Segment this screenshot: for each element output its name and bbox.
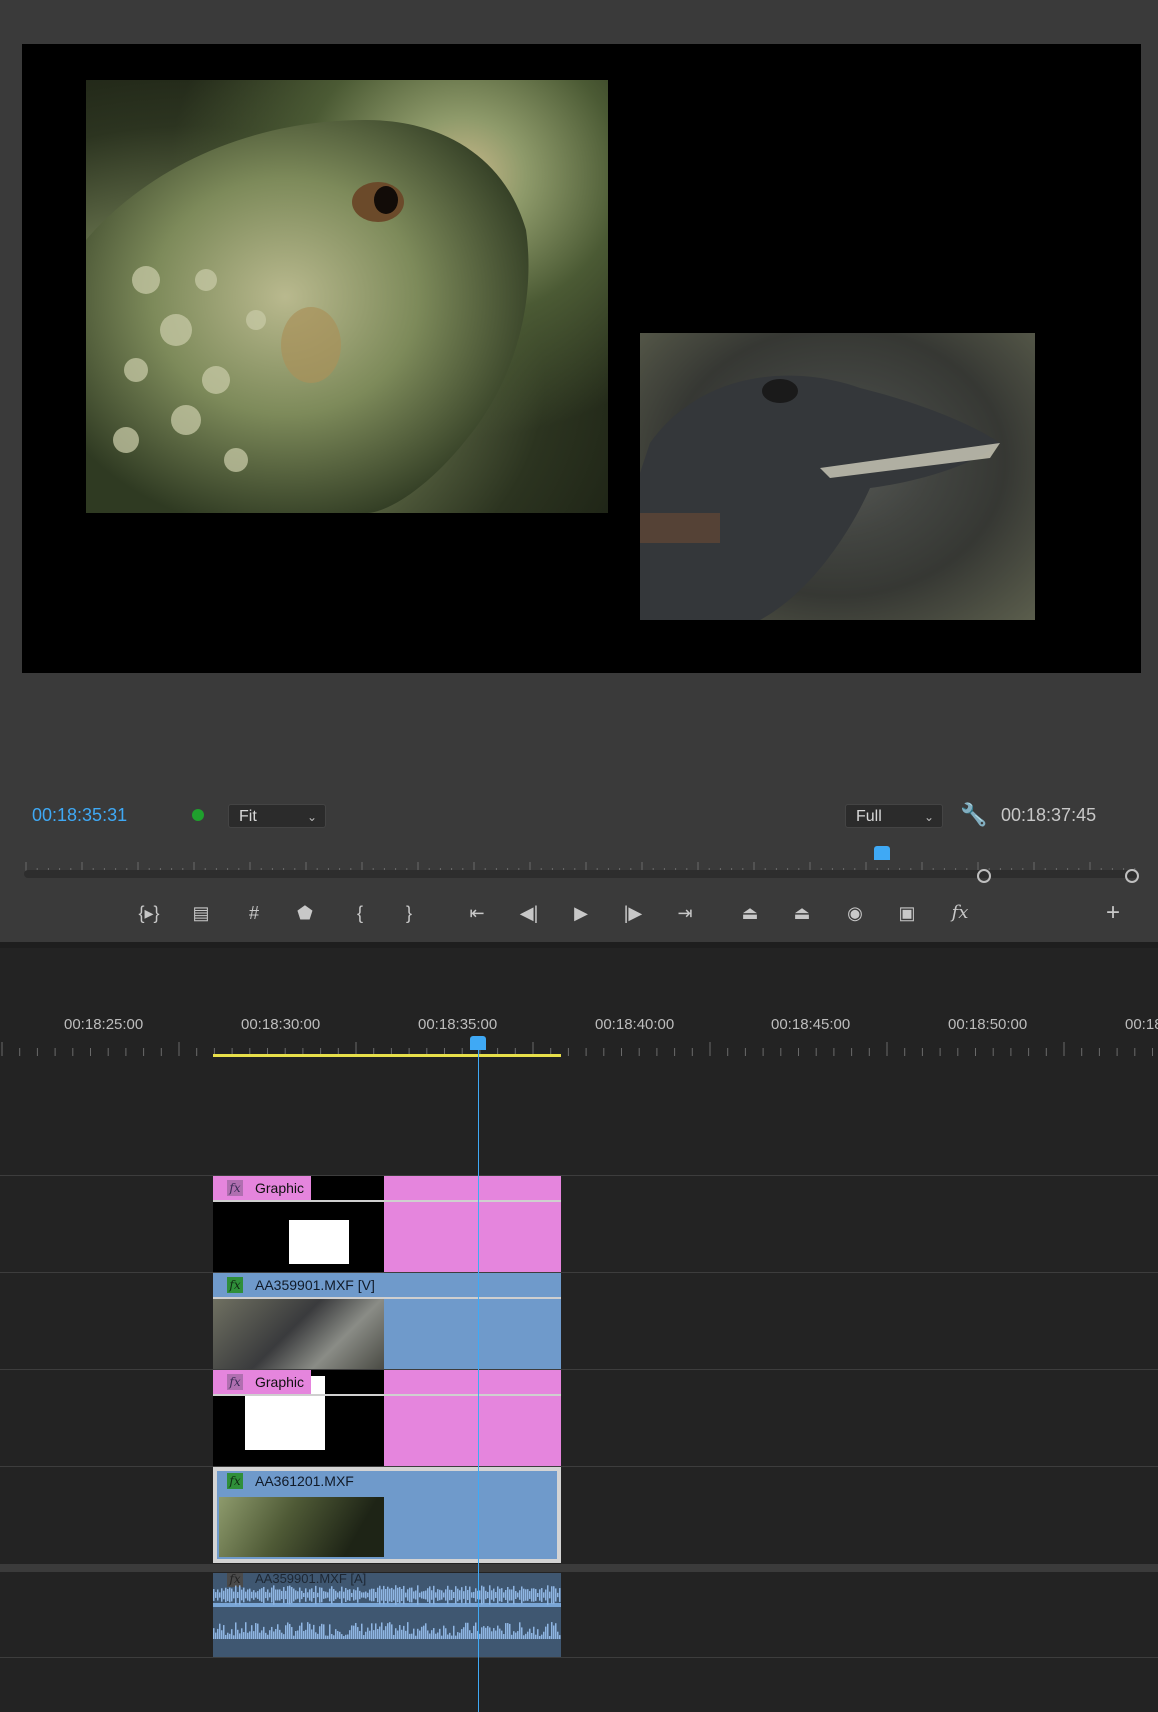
go-to-out-button[interactable]: ⇥ xyxy=(668,897,702,929)
crocodile-thumbnail xyxy=(213,1299,384,1369)
video-audio-divider[interactable] xyxy=(0,1564,1158,1572)
ruler-label: 00:18:35:00 xyxy=(418,1016,498,1033)
timeline-playhead-line xyxy=(478,1050,479,1712)
zoom-dropdown[interactable]: Fit ⌄ xyxy=(228,804,326,828)
clip-name: AA361201.MXF xyxy=(255,1473,354,1489)
track-divider xyxy=(0,1175,1158,1176)
ruler-label: 00:18:25:00 xyxy=(64,1016,144,1033)
timeline-panel xyxy=(0,948,1158,1712)
add-marker-button[interactable]: ⬟ xyxy=(288,897,322,929)
export-frame-button[interactable]: ◉ xyxy=(838,897,872,929)
ruler-label: 00:18:40:00 xyxy=(595,1016,675,1033)
work-area-bar[interactable] xyxy=(213,1054,561,1057)
safe-margins-button[interactable]: # xyxy=(237,897,271,929)
settings-wrench-icon[interactable]: 🔧 xyxy=(960,802,987,828)
zoom-value: Fit xyxy=(239,808,257,825)
clip-header: fx AA359901.MXF [V] xyxy=(213,1273,381,1297)
play-button[interactable]: ▶ xyxy=(564,897,598,929)
video-viewer[interactable] xyxy=(22,44,1141,673)
track-divider xyxy=(0,1369,1158,1370)
clip-name: AA359901.MXF [V] xyxy=(255,1277,375,1293)
clip-underline xyxy=(213,1297,561,1299)
chevron-down-icon: ⌄ xyxy=(306,810,317,824)
zoom-handle-right[interactable] xyxy=(1125,869,1139,883)
duration-timecode: 00:18:37:45 xyxy=(1001,805,1097,825)
ruler-label: 00:18: xyxy=(1125,1016,1158,1033)
ruler-label: 00:18:45:00 xyxy=(771,1016,851,1033)
zoom-handle-left[interactable] xyxy=(977,869,991,883)
clip-header: fx Graphic xyxy=(213,1176,311,1200)
mark-in-button[interactable]: { xyxy=(343,897,377,929)
crocodile-video-frame xyxy=(640,333,1035,620)
fx-badge[interactable]: fx xyxy=(227,1180,243,1196)
ruler-label: 00:18:50:00 xyxy=(948,1016,1028,1033)
clip-header: fx AA361201.MXF xyxy=(217,1471,387,1491)
graphic-clip-v2[interactable]: fx Graphic xyxy=(213,1370,561,1466)
timeline-ruler[interactable] xyxy=(0,1042,1158,1056)
monitor-playhead[interactable] xyxy=(873,846,890,860)
video-clip-aa361201[interactable]: fx AA361201.MXF xyxy=(213,1467,561,1563)
clip-underline xyxy=(213,1200,561,1202)
extract-button[interactable]: ⏏ xyxy=(785,897,819,929)
track-divider xyxy=(0,1657,1158,1658)
graphic-clip-fill xyxy=(384,1176,561,1272)
monitor-scrub-bar[interactable] xyxy=(24,870,1138,878)
clapper-button[interactable]: ▤ xyxy=(184,897,218,929)
clip-header: fx Graphic xyxy=(213,1370,311,1394)
ruler-label: 00:18:30:00 xyxy=(241,1016,321,1033)
lift-button[interactable]: ⏏ xyxy=(733,897,767,929)
fx-button[interactable]: fx xyxy=(943,897,977,929)
current-timecode[interactable]: 00:18:35:31 xyxy=(32,805,127,826)
audio-clip-aa359901[interactable]: fx AA359901.MXF [A] xyxy=(213,1573,561,1657)
insert-edit-button[interactable]: {▸} xyxy=(132,897,166,929)
iguana-thumbnail xyxy=(219,1497,384,1557)
timeline-playhead[interactable] xyxy=(470,1036,486,1050)
iguana-video-frame xyxy=(86,80,608,513)
video-clip-aa359901[interactable]: fx AA359901.MXF [V] xyxy=(213,1273,561,1369)
track-divider xyxy=(0,1272,1158,1273)
status-indicator xyxy=(192,809,204,821)
playback-resolution-dropdown[interactable]: Full ⌄ xyxy=(845,804,943,828)
resolution-value: Full xyxy=(856,808,882,825)
mark-out-button[interactable]: } xyxy=(392,897,426,929)
step-forward-button[interactable]: |▶ xyxy=(616,897,650,929)
step-back-button[interactable]: ◀| xyxy=(512,897,546,929)
clip-name: Graphic xyxy=(255,1374,305,1390)
graphic-clip-fill xyxy=(384,1370,561,1466)
comparison-view-button[interactable]: ▣ xyxy=(890,897,924,929)
fx-badge[interactable]: fx xyxy=(227,1473,243,1489)
add-button[interactable]: + xyxy=(1096,897,1130,929)
clip-underline xyxy=(213,1394,561,1396)
clip-name: Graphic xyxy=(255,1180,305,1196)
audio-waveform xyxy=(213,1585,561,1639)
graphic-clip-v4[interactable]: fx Graphic xyxy=(213,1176,561,1272)
graphic-thumbnail xyxy=(289,1220,349,1264)
chevron-down-icon: ⌄ xyxy=(923,810,934,824)
track-divider xyxy=(0,1466,1158,1467)
fx-badge[interactable]: fx xyxy=(227,1277,243,1293)
fx-badge[interactable]: fx xyxy=(227,1374,243,1390)
go-to-in-button[interactable]: ⇤ xyxy=(460,897,494,929)
